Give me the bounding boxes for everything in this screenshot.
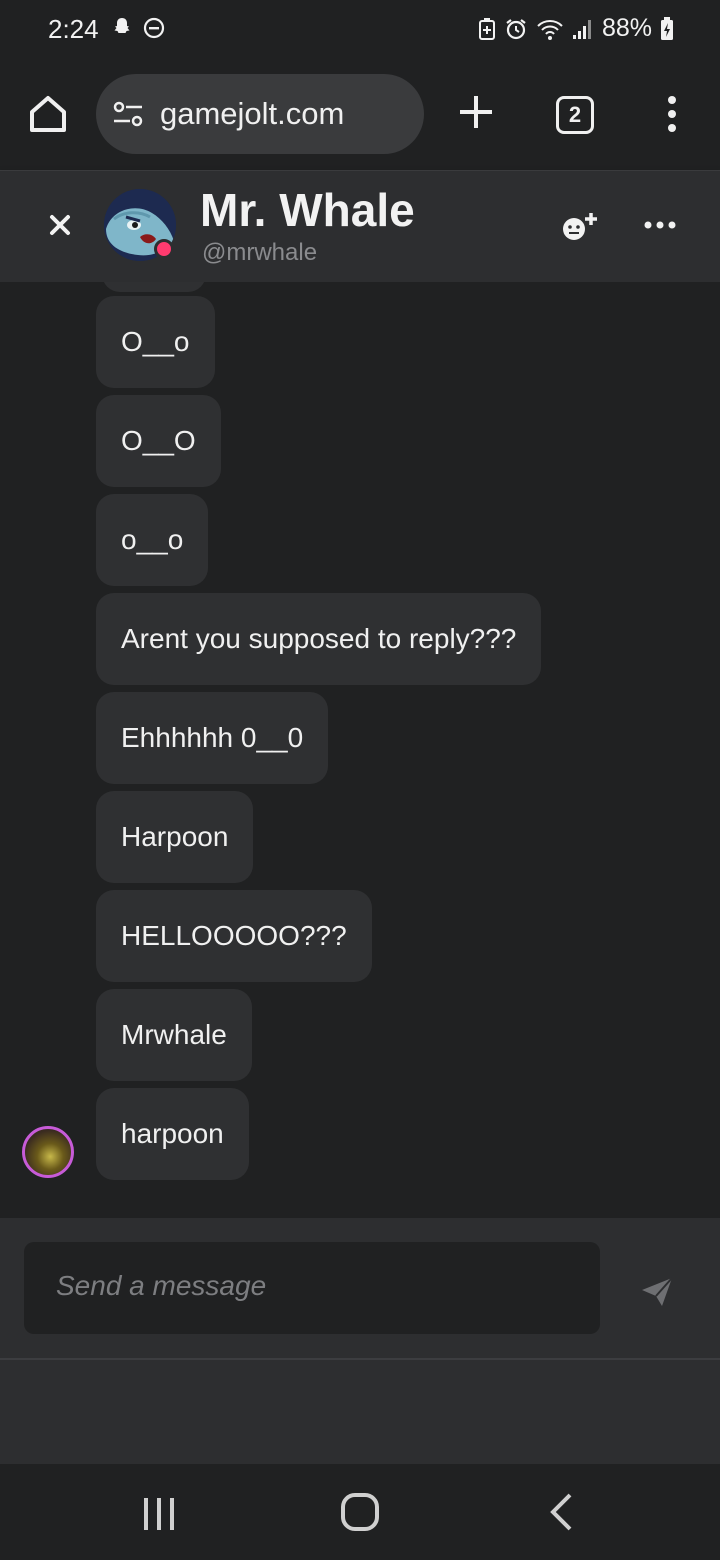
sender-avatar[interactable] (22, 1126, 74, 1178)
status-bar: 2:24 88% (0, 0, 720, 62)
alarm-icon (506, 18, 526, 39)
snapchat-icon (114, 18, 130, 33)
message-bubble[interactable]: Arent you supposed to reply??? (96, 593, 542, 685)
battery-percent: 88% (601, 14, 652, 42)
recent-apps-icon[interactable] (142, 1496, 176, 1532)
message-bubble[interactable]: HELLOOOOO??? (96, 890, 372, 982)
home-icon[interactable] (24, 90, 72, 138)
home-nav-icon[interactable] (340, 1492, 380, 1532)
wifi-icon (537, 19, 563, 40)
message-bubble-partial (102, 282, 206, 292)
do-not-disturb-icon (143, 17, 165, 39)
battery-charging-icon (661, 16, 673, 40)
browser-menu-icon[interactable] (664, 94, 680, 134)
status-time: 2:24 (48, 14, 99, 44)
new-tab-icon[interactable] (456, 92, 496, 132)
system-navigation-bar (0, 1464, 720, 1560)
add-friend-icon[interactable] (560, 211, 600, 243)
message-bubble[interactable]: o__o (96, 494, 209, 586)
message-bubble[interactable]: Ehhhhhh 0__0 (96, 692, 329, 784)
message-input-placeholder: Send a message (56, 1270, 267, 1301)
battery-saver-icon (478, 17, 495, 40)
chat-header: Mr. Whale @mrwhale (0, 170, 720, 282)
url-text: gamejolt.com (160, 96, 345, 131)
message-composer: Send a message (0, 1218, 720, 1360)
message-list[interactable]: O__o O__O o__o Arent you supposed to rep… (0, 282, 720, 1218)
message-bubble[interactable]: Mrwhale (96, 989, 252, 1081)
tab-switcher-button[interactable]: 2 (556, 96, 594, 134)
more-options-icon[interactable] (644, 217, 676, 233)
user-avatar[interactable] (104, 189, 176, 261)
message-input[interactable]: Send a message (24, 1242, 600, 1334)
chat-user-name[interactable]: Mr. Whale (200, 183, 415, 237)
send-icon[interactable] (640, 1276, 674, 1308)
message-bubble[interactable]: harpoon (96, 1088, 249, 1180)
browser-toolbar: gamejolt.com 2 (0, 62, 720, 170)
chat-user-handle: @mrwhale (202, 239, 318, 266)
back-nav-icon[interactable] (548, 1492, 574, 1532)
message-bubble[interactable]: Harpoon (96, 791, 254, 883)
close-icon[interactable] (44, 209, 76, 241)
address-bar[interactable]: gamejolt.com (96, 74, 424, 154)
message-bubble[interactable]: O__o (96, 296, 215, 388)
message-bubble[interactable]: O__O (96, 395, 221, 487)
signal-icon (572, 19, 591, 39)
blank-area (0, 1360, 720, 1464)
online-status-dot (154, 239, 174, 259)
site-settings-icon[interactable] (112, 98, 144, 130)
